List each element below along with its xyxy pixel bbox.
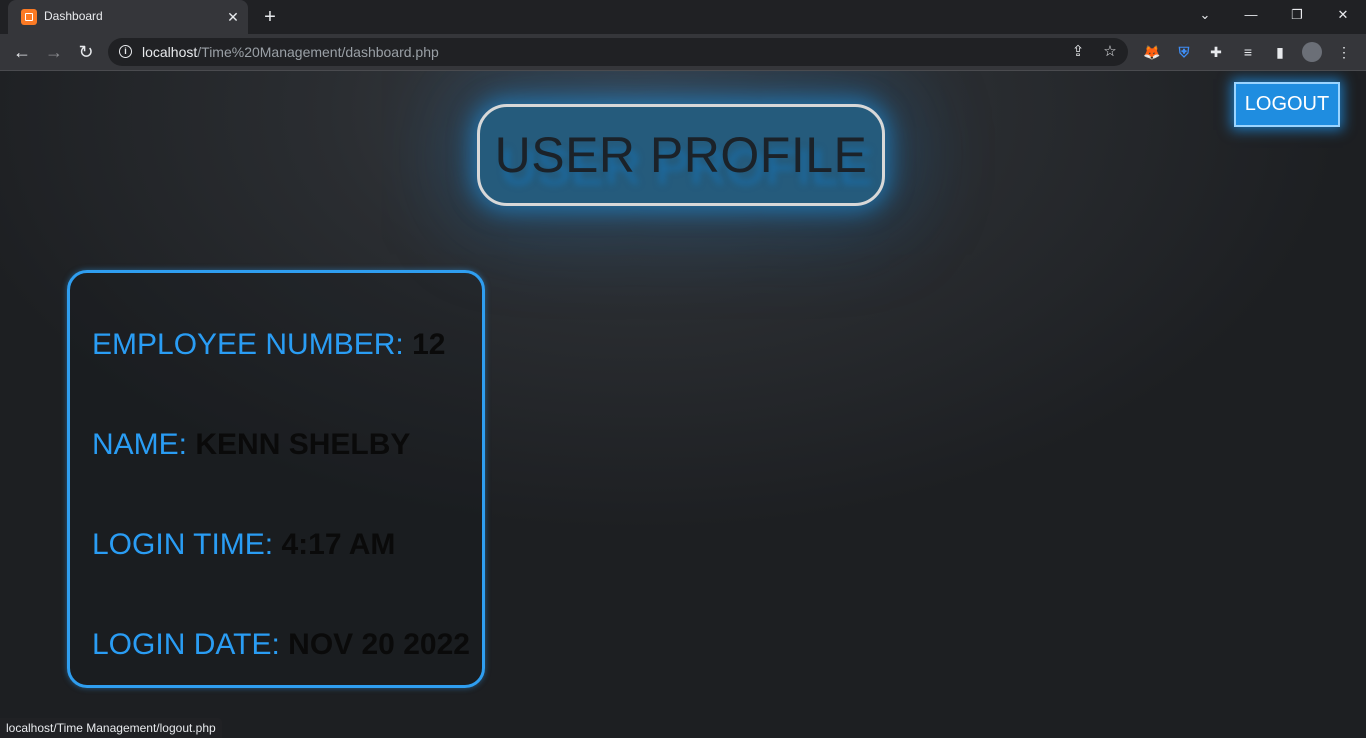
reload-icon[interactable]: ↻ xyxy=(72,38,100,66)
tab-search-icon[interactable]: ⌄ xyxy=(1182,0,1228,30)
xampp-favicon-icon xyxy=(21,9,37,25)
extensions-puzzle-icon[interactable]: ✚ xyxy=(1206,42,1226,62)
logout-button[interactable]: LOGOUT xyxy=(1234,82,1340,127)
login-date-value: NOV 20 2022 xyxy=(288,628,470,661)
media-control-icon[interactable]: ≡ xyxy=(1238,42,1258,62)
back-arrow-icon[interactable]: ← xyxy=(8,38,36,66)
site-info-icon[interactable]: i xyxy=(119,45,132,58)
profile-avatar-icon[interactable] xyxy=(1302,42,1322,62)
side-panel-icon[interactable]: ▮ xyxy=(1270,42,1290,62)
share-icon[interactable]: ⇪ xyxy=(1068,42,1088,62)
login-date-label: LOGIN DATE: xyxy=(92,628,280,661)
employee-number-value: 12 xyxy=(412,328,446,361)
profile-card: EMPLOYEE NUMBER: 12 NAME: KENN SHELBY LO… xyxy=(67,270,485,688)
metamask-extension-icon[interactable]: 🦊 xyxy=(1142,42,1162,62)
url-host: localhost xyxy=(142,44,198,60)
url-text[interactable]: localhost/Time%20Management/dashboard.ph… xyxy=(142,44,439,60)
address-bar[interactable]: i localhost/Time%20Management/dashboard.… xyxy=(108,38,1128,66)
close-tab-icon[interactable]: ✕ xyxy=(224,8,242,26)
login-time-row: LOGIN TIME: 4:17 AM xyxy=(92,528,395,562)
restore-icon[interactable]: ❐ xyxy=(1274,0,1320,30)
new-tab-button[interactable]: + xyxy=(258,6,282,30)
url-path: /Time%20Management/dashboard.php xyxy=(197,44,439,60)
tab-title: Dashboard xyxy=(44,9,103,23)
name-row: NAME: KENN SHELBY xyxy=(92,428,410,462)
login-time-value: 4:17 AM xyxy=(281,528,396,561)
browser-tab[interactable]: Dashboard ✕ xyxy=(8,0,248,34)
close-window-icon[interactable]: ✕ xyxy=(1320,0,1366,30)
status-bar-link-preview: localhost/Time Management/logout.php xyxy=(0,718,222,738)
page-title: USER PROFILE xyxy=(477,104,885,206)
forward-arrow-icon[interactable]: → xyxy=(40,38,68,66)
login-date-row: LOGIN DATE: NOV 20 2022 xyxy=(92,628,470,662)
kebab-menu-icon[interactable]: ⋮ xyxy=(1334,42,1354,62)
minimize-icon[interactable]: — xyxy=(1228,0,1274,30)
employee-number-label: EMPLOYEE NUMBER: xyxy=(92,328,404,361)
bookmark-star-icon[interactable]: ☆ xyxy=(1100,42,1120,62)
name-value: KENN SHELBY xyxy=(195,428,411,461)
login-time-label: LOGIN TIME: xyxy=(92,528,274,561)
browser-toolbar: ← → ↻ i localhost/Time%20Management/dash… xyxy=(0,34,1366,71)
employee-number-row: EMPLOYEE NUMBER: 12 xyxy=(92,328,445,362)
name-label: NAME: xyxy=(92,428,188,461)
browser-tab-strip: Dashboard ✕ + ⌄ — ❐ ✕ xyxy=(0,0,1366,34)
page-content: USER PROFILE LOGOUT EMPLOYEE NUMBER: 12 … xyxy=(0,71,1366,738)
shield-extension-icon[interactable]: ⛨ xyxy=(1174,42,1194,62)
